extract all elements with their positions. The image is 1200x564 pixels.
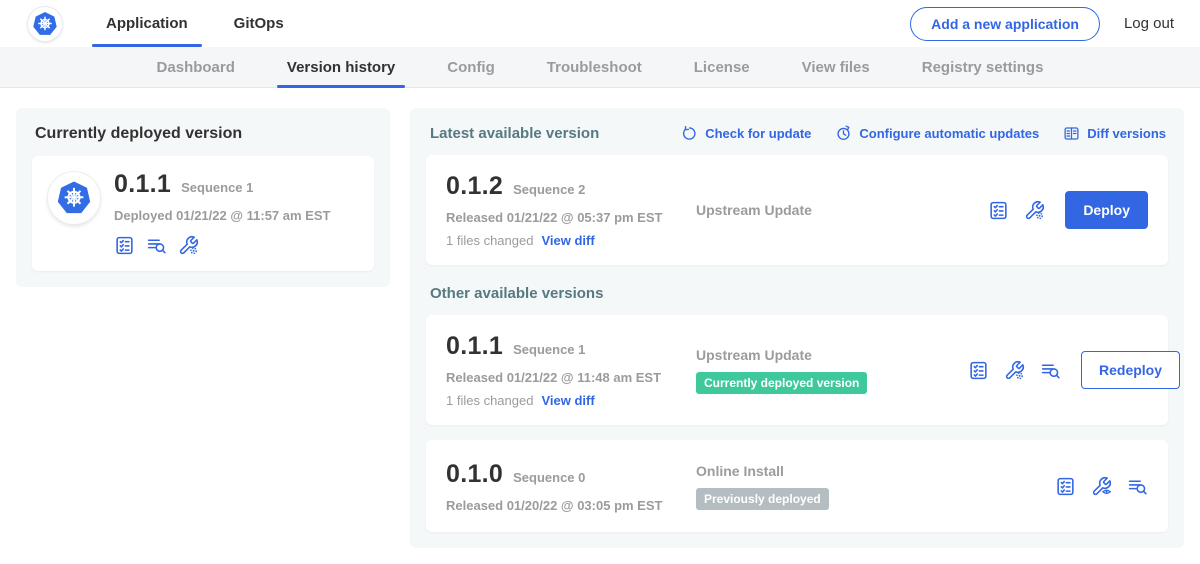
header-actions: Add a new application Log out [910,7,1174,41]
subnav-config[interactable]: Config [433,47,508,87]
deployed-sequence-label: Sequence 1 [181,180,253,195]
tab-application[interactable]: Application [90,0,204,47]
refresh-icon [681,125,698,142]
sequence-label: Sequence 1 [513,342,585,357]
status-badge: Currently deployed version [696,372,867,394]
subnav-troubleshoot[interactable]: Troubleshoot [533,47,656,87]
add-application-button[interactable]: Add a new application [910,7,1100,41]
version-status: Upstream Update [696,202,968,218]
config-edit-icon[interactable] [178,235,199,256]
other-versions-title: Other available versions [430,285,1166,302]
release-notes-icon[interactable] [114,235,135,256]
deployed-date: Deployed 01/21/22 @ 11:57 am EST [114,208,330,223]
version-actions [1055,476,1148,497]
sequence-label: Sequence 0 [513,470,585,485]
released-date: Released 01/21/22 @ 05:37 pm EST [446,210,696,225]
version-card: 0.1.1 Sequence 1 Released 01/21/22 @ 11:… [426,315,1168,425]
subnav-version-history[interactable]: Version history [273,47,409,87]
subnav-license[interactable]: License [680,47,764,87]
config-edit-icon[interactable] [1004,360,1025,381]
kubernetes-logo-icon [28,7,62,41]
files-changed-label: 1 files changed [446,393,533,408]
available-panel-actions: Check for update Configure automatic upd… [681,125,1166,142]
version-actions: Redeploy [968,351,1180,389]
version-status: Upstream Update Currently deployed versi… [696,347,968,394]
deployed-version-card: 0.1.1 Sequence 1 Deployed 01/21/22 @ 11:… [32,156,374,271]
diff-versions-label: Diff versions [1087,126,1166,141]
files-changed-label: 1 files changed [446,233,533,248]
version-info: 0.1.2 Sequence 2 Released 01/21/22 @ 05:… [446,172,696,248]
deployed-panel-title: Currently deployed version [35,125,374,143]
subnav-registry-settings[interactable]: Registry settings [908,47,1058,87]
version-source-label: Upstream Update [696,202,812,218]
version-status: Online Install Previously deployed [696,463,968,510]
version-number: 0.1.0 [446,460,503,489]
version-card: 0.1.0 Sequence 0 Released 01/20/22 @ 03:… [426,440,1168,532]
subnav-view-files[interactable]: View files [788,47,884,87]
view-diff-link[interactable]: View diff [541,393,594,408]
tab-gitops[interactable]: GitOps [218,0,300,47]
diff-icon [1063,125,1080,142]
available-panel-title: Latest available version [430,125,599,142]
release-notes-icon[interactable] [1055,476,1076,497]
logout-button[interactable]: Log out [1124,15,1174,32]
config-view-icon[interactable] [1091,476,1112,497]
version-source-label: Online Install [696,463,784,479]
logs-icon[interactable] [1127,476,1148,497]
primary-tabs: Application GitOps [90,0,314,47]
available-panel-header: Latest available version Check for updat… [430,125,1166,142]
view-diff-link[interactable]: View diff [541,233,594,248]
diff-versions-link[interactable]: Diff versions [1063,125,1166,142]
released-date: Released 01/21/22 @ 11:48 am EST [446,370,696,385]
release-notes-icon[interactable] [968,360,989,381]
files-changed-row: 1 files changed View diff [446,393,696,408]
logs-icon[interactable] [1040,360,1061,381]
main-content: Currently deployed version 0.1.1 Sequenc… [0,88,1200,564]
available-versions-panel: Latest available version Check for updat… [410,108,1184,548]
deployed-version-number: 0.1.1 [114,170,171,199]
other-versions-list: 0.1.1 Sequence 1 Released 01/21/22 @ 11:… [426,315,1168,532]
version-number: 0.1.2 [446,172,503,201]
schedule-icon [835,125,852,142]
deployed-actions [114,235,330,256]
app-header: Application GitOps Add a new application… [0,0,1200,47]
sequence-label: Sequence 2 [513,182,585,197]
currently-deployed-panel: Currently deployed version 0.1.1 Sequenc… [16,108,390,287]
check-for-update-label: Check for update [705,126,811,141]
app-subnav: Dashboard Version history Config Trouble… [0,47,1200,88]
latest-version-list: 0.1.2 Sequence 2 Released 01/21/22 @ 05:… [426,155,1168,265]
subnav-dashboard[interactable]: Dashboard [143,47,249,87]
deploy-button[interactable]: Deploy [1065,191,1148,229]
version-actions: Deploy [988,191,1148,229]
config-edit-icon[interactable] [1024,200,1045,221]
version-number: 0.1.1 [446,332,503,361]
configure-automatic-updates-label: Configure automatic updates [859,126,1039,141]
check-for-update-link[interactable]: Check for update [681,125,811,142]
status-badge: Previously deployed [696,488,829,510]
redeploy-button[interactable]: Redeploy [1081,351,1180,389]
released-date: Released 01/20/22 @ 03:05 pm EST [446,498,696,513]
version-info: 0.1.1 Sequence 1 Released 01/21/22 @ 11:… [446,332,696,408]
app-logo-icon [48,172,100,224]
configure-automatic-updates-link[interactable]: Configure automatic updates [835,125,1039,142]
version-source-label: Upstream Update [696,347,812,363]
version-info: 0.1.0 Sequence 0 Released 01/20/22 @ 03:… [446,460,696,513]
logs-icon[interactable] [146,235,167,256]
version-card: 0.1.2 Sequence 2 Released 01/21/22 @ 05:… [426,155,1168,265]
release-notes-icon[interactable] [988,200,1009,221]
files-changed-row: 1 files changed View diff [446,233,696,248]
